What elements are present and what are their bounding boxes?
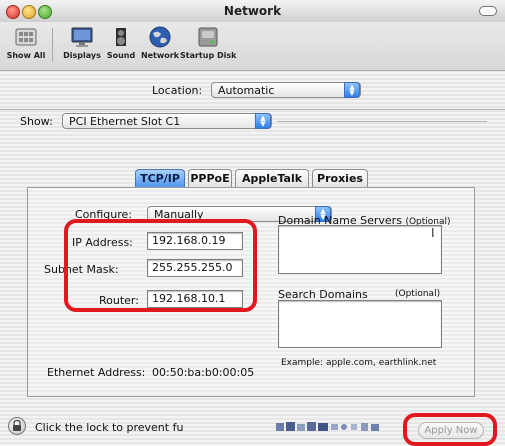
show-all-button[interactable]: Show All <box>4 24 48 60</box>
separator-top <box>0 109 505 110</box>
highlight-box-apply <box>403 413 497 446</box>
displays-label: Displays <box>63 51 101 60</box>
tab-pppoe[interactable]: PPPoE <box>188 169 232 187</box>
toolbar-item-sound[interactable]: Sound <box>104 24 138 60</box>
ethernet-address-value: 00:50:ba:b0:00:05 <box>152 366 255 379</box>
location-label: Location: <box>152 84 203 97</box>
dns-servers-field[interactable]: I <box>278 225 442 274</box>
title-bar: Network <box>0 0 505 23</box>
toolbar-item-network[interactable]: Network <box>140 24 180 60</box>
lock-hint-text: Click the lock to prevent fu <box>35 421 184 434</box>
toolbar-toggle-button[interactable] <box>479 6 497 16</box>
tab-tcpip[interactable]: TCP/IP <box>135 169 185 187</box>
startup-disk-label: Startup Disk <box>180 51 237 60</box>
show-label: Show: <box>20 115 53 128</box>
watermark-overlay <box>276 422 379 431</box>
highlight-box-tcpip <box>64 219 257 312</box>
separator-show <box>277 121 487 122</box>
toolbar-item-displays[interactable]: Displays <box>62 24 102 60</box>
toolbar: Show All Displays Sound Network Startup … <box>0 22 505 71</box>
toolbar-item-startup-disk[interactable]: Startup Disk <box>180 24 236 60</box>
hard-disk-icon <box>198 27 218 47</box>
show-all-icon <box>15 28 37 46</box>
network-label: Network <box>140 51 180 60</box>
popup-arrows-icon: ▲ ▼ <box>344 82 360 98</box>
lock-icon <box>13 419 21 431</box>
ethernet-address-label: Ethernet Address: <box>47 366 146 379</box>
example-hint: Example: apple.com, earthlink.net <box>281 358 437 368</box>
show-value: PCI Ethernet Slot C1 <box>69 115 181 128</box>
popup-arrows-icon: ▲ ▼ <box>255 113 271 129</box>
window-title: Network <box>223 4 282 18</box>
speaker-icon <box>116 28 126 46</box>
toolbar-separator <box>52 28 53 62</box>
text-cursor-icon: I <box>431 226 435 240</box>
lock-button[interactable] <box>8 417 26 435</box>
search-optional-label: (Optional) <box>395 289 441 299</box>
show-all-label: Show All <box>6 51 46 60</box>
location-popup[interactable]: Automatic ▲ ▼ <box>211 82 361 98</box>
tab-proxies[interactable]: Proxies <box>312 169 368 187</box>
display-icon <box>71 27 93 47</box>
location-value: Automatic <box>218 84 275 97</box>
show-popup[interactable]: PCI Ethernet Slot C1 ▲ ▼ <box>62 113 272 129</box>
sound-label: Sound <box>106 51 136 60</box>
globe-icon <box>149 26 171 48</box>
search-domains-field[interactable] <box>278 300 442 348</box>
tab-appletalk[interactable]: AppleTalk <box>235 169 309 187</box>
